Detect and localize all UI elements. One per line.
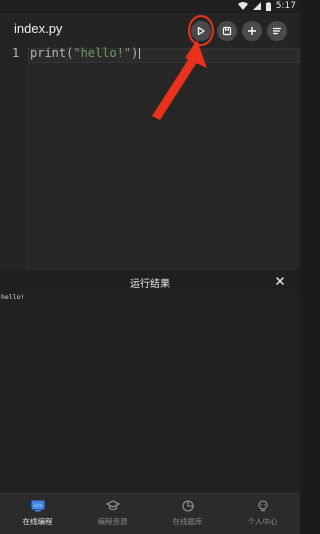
output-text: hello! [1,293,25,301]
bottom-nav: </> 在线编程 编程资源 在线题库 个人中心 [0,493,300,534]
menu-button[interactable] [267,21,287,41]
status-time: 5:17 [275,1,296,11]
nav-label: 编程资源 [97,517,128,526]
result-panel-header: 运行结果 [0,270,300,293]
battery-icon [265,1,271,11]
code-line[interactable]: print("hello!") [30,46,141,60]
file-name-title: index.py [14,21,63,36]
code-screen-icon: </> [31,500,44,512]
save-icon [222,26,232,36]
svg-text:</>: </> [33,503,41,509]
line-number: 1 [12,46,20,60]
wifi-icon [237,2,248,10]
nav-item-question-bank[interactable]: 在线题库 [150,494,225,534]
menu-icon [273,27,281,35]
plus-icon [248,27,256,35]
nav-label: 在线题库 [172,517,203,526]
code-suffix: ) [131,46,139,60]
nav-item-online-coding[interactable]: </> 在线编程 [0,494,75,534]
signal-icon [252,2,261,10]
graduation-cap-icon [105,500,120,511]
status-icons: 5:17 [237,1,296,11]
profile-icon [257,500,268,512]
close-icon[interactable] [273,274,287,288]
pie-chart-icon [181,500,194,512]
status-bar: 5:17 [0,0,300,13]
nav-label: 个人中心 [247,517,278,526]
code-string: "hello!" [73,46,132,60]
nav-label: 在线编程 [22,517,53,526]
add-button[interactable] [242,21,262,41]
nav-item-personal-center[interactable]: 个人中心 [225,494,300,534]
output-console: hello! [0,293,300,493]
annotation-arrow [152,40,207,120]
result-panel-title: 运行结果 [130,279,170,290]
nav-item-resources[interactable]: 编程资源 [75,494,150,534]
code-prefix: print( [30,46,74,60]
line-gutter: 1 [0,46,29,270]
save-button[interactable] [217,21,237,41]
